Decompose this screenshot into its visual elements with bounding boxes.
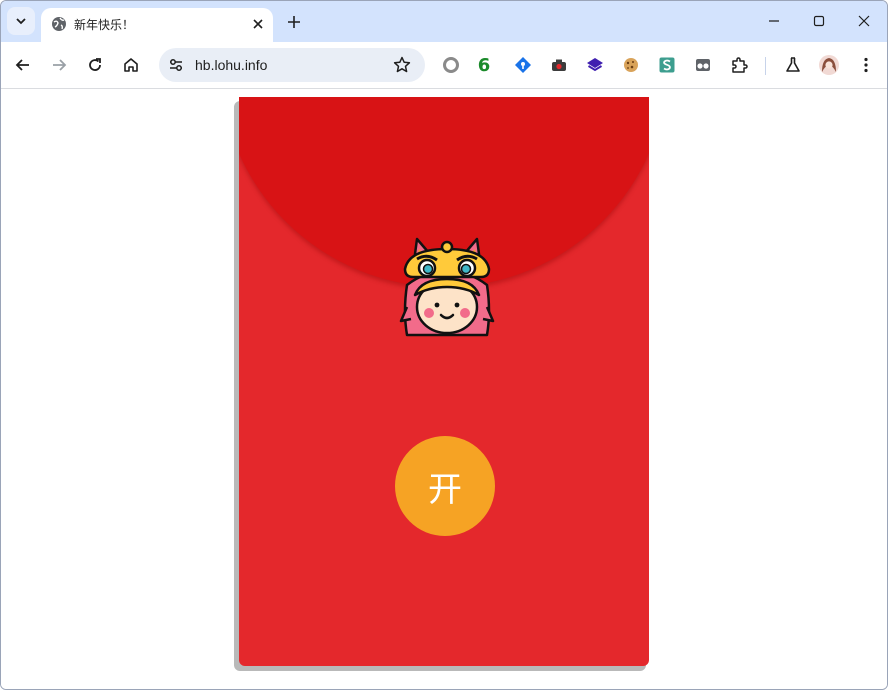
tab-strip: 新年快乐！ — [1, 1, 887, 42]
globe-icon — [52, 17, 66, 31]
cookie-icon — [624, 58, 638, 72]
maximize-button[interactable] — [796, 7, 842, 35]
s-square-icon — [659, 57, 675, 73]
maximize-icon — [813, 15, 825, 27]
chevron-down-icon — [16, 18, 26, 25]
red-envelope — [239, 97, 649, 666]
plus-icon — [288, 16, 300, 28]
minimize-button[interactable] — [751, 7, 797, 35]
close-icon — [858, 15, 870, 27]
extension-layers[interactable] — [584, 54, 606, 76]
extensions-button[interactable] — [728, 54, 750, 76]
layers-icon — [587, 58, 603, 72]
extension-cookie[interactable] — [620, 54, 642, 76]
reload-icon — [89, 58, 101, 71]
tab-active[interactable]: 新年快乐！ — [41, 8, 273, 42]
extension-s[interactable] — [656, 54, 678, 76]
tab-title: 新年快乐！ — [74, 18, 135, 32]
labs-button[interactable] — [782, 54, 804, 76]
browser-window: 新年快乐！ hb.lohu.info 6 开 — [0, 0, 888, 690]
puzzle-icon — [732, 57, 748, 73]
forward-button[interactable] — [45, 51, 73, 79]
flask-icon — [786, 57, 800, 72]
browser-toolbar: hb.lohu.info 6 — [1, 42, 887, 89]
home-button[interactable] — [117, 51, 145, 79]
tab-search-button[interactable] — [7, 7, 35, 35]
menu-button[interactable] — [855, 54, 877, 76]
profile-button[interactable] — [818, 54, 840, 76]
star-icon — [393, 56, 411, 73]
avatar — [819, 55, 839, 75]
toolbar-divider — [765, 57, 766, 75]
page-content: 开 — [1, 89, 887, 689]
extension-six[interactable]: 6 — [473, 54, 495, 76]
six-badge: 6 — [477, 54, 491, 76]
more-vertical-icon — [864, 57, 868, 73]
blue-diamond-icon — [515, 57, 531, 73]
open-envelope-button[interactable]: 开 — [395, 436, 495, 536]
extension-camera[interactable] — [548, 54, 570, 76]
url-text: hb.lohu.info — [195, 57, 268, 73]
tune-icon — [170, 59, 182, 71]
open-button-label: 开 — [428, 469, 462, 510]
tab-close-button[interactable] — [248, 14, 268, 34]
arrow-right-icon — [53, 59, 67, 71]
minimize-icon — [769, 20, 779, 22]
binoculars-icon — [696, 59, 710, 71]
back-button[interactable] — [9, 51, 37, 79]
extension-circle[interactable] — [440, 54, 462, 76]
arrow-left-icon — [15, 59, 29, 71]
camera-icon — [552, 59, 566, 71]
site-info-button[interactable] — [166, 55, 186, 75]
new-tab-button[interactable] — [283, 11, 305, 33]
reload-button[interactable] — [81, 51, 109, 79]
close-window-button[interactable] — [841, 7, 887, 35]
bookmark-button[interactable] — [391, 54, 413, 76]
close-icon — [253, 19, 263, 29]
lion-dance-child-icon — [399, 237, 495, 337]
ring-icon — [443, 57, 459, 73]
home-icon — [124, 58, 138, 72]
extension-binoculars[interactable] — [692, 54, 714, 76]
address-bar[interactable]: hb.lohu.info — [159, 48, 425, 82]
extension-diamond[interactable] — [512, 54, 534, 76]
